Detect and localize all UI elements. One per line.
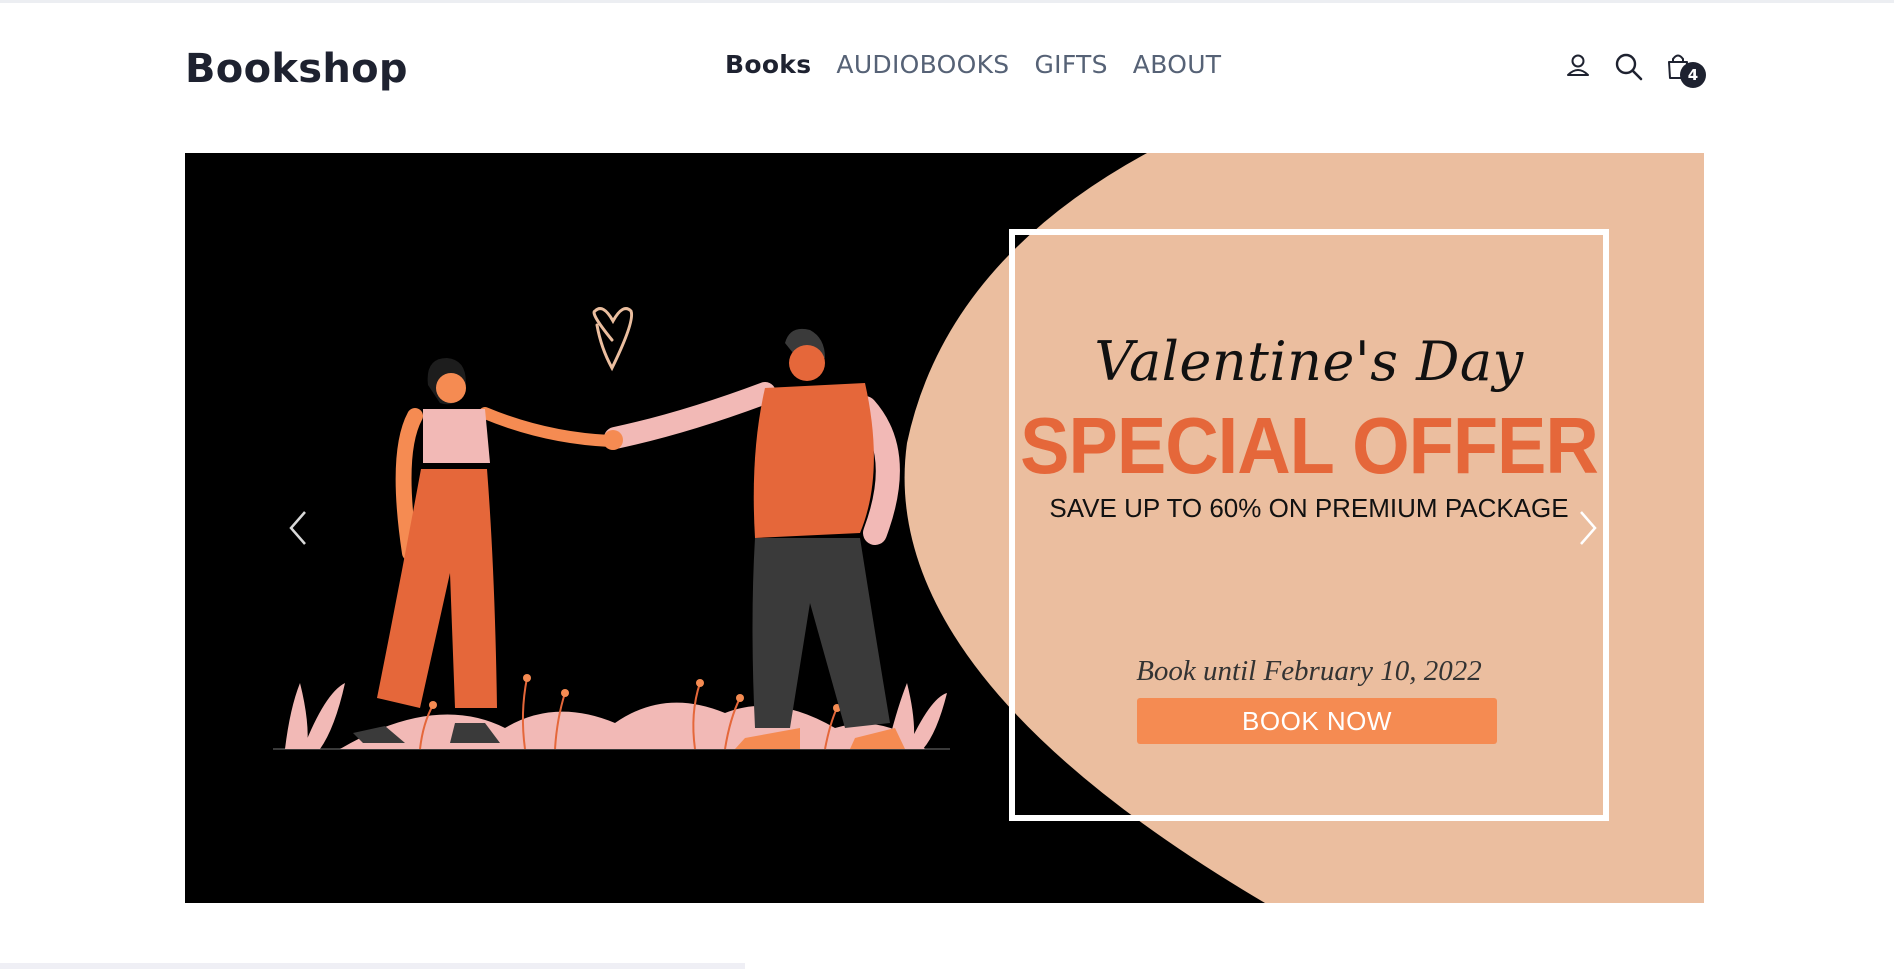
- user-icon[interactable]: [1562, 50, 1598, 86]
- search-icon[interactable]: [1612, 50, 1648, 86]
- main-nav: Books AUDIOBOOKS GIFTS ABOUT: [725, 50, 1221, 79]
- nav-item-about[interactable]: ABOUT: [1133, 50, 1222, 79]
- page-bottom-bar: [0, 963, 745, 969]
- brand-logo[interactable]: Bookshop: [185, 46, 408, 92]
- carousel-next-button[interactable]: [1565, 498, 1609, 558]
- nav-item-books[interactable]: Books: [725, 50, 811, 79]
- offer-script-title: Valentine's Day: [1094, 330, 1524, 393]
- chevron-left-icon: [289, 511, 306, 545]
- hero-banner: Valentine's Day SPECIAL OFFER SAVE UP TO…: [185, 153, 1704, 903]
- site-header: Bookshop Books AUDIOBOOKS GIFTS ABOUT 4: [0, 0, 1894, 150]
- offer-card: Valentine's Day SPECIAL OFFER SAVE UP TO…: [1009, 229, 1609, 821]
- carousel-prev-button[interactable]: [277, 498, 321, 558]
- book-now-button[interactable]: BOOK NOW: [1137, 698, 1497, 744]
- nav-item-gifts[interactable]: GIFTS: [1034, 50, 1107, 79]
- cart-count-badge: 4: [1680, 62, 1706, 88]
- chevron-right-icon: [1580, 511, 1597, 545]
- offer-title: SPECIAL OFFER: [1020, 400, 1599, 491]
- offer-subtitle: SAVE UP TO 60% ON PREMIUM PACKAGE: [1049, 493, 1569, 523]
- nav-item-audiobooks[interactable]: AUDIOBOOKS: [836, 50, 1009, 79]
- offer-date: Book until February 10, 2022: [1136, 655, 1482, 687]
